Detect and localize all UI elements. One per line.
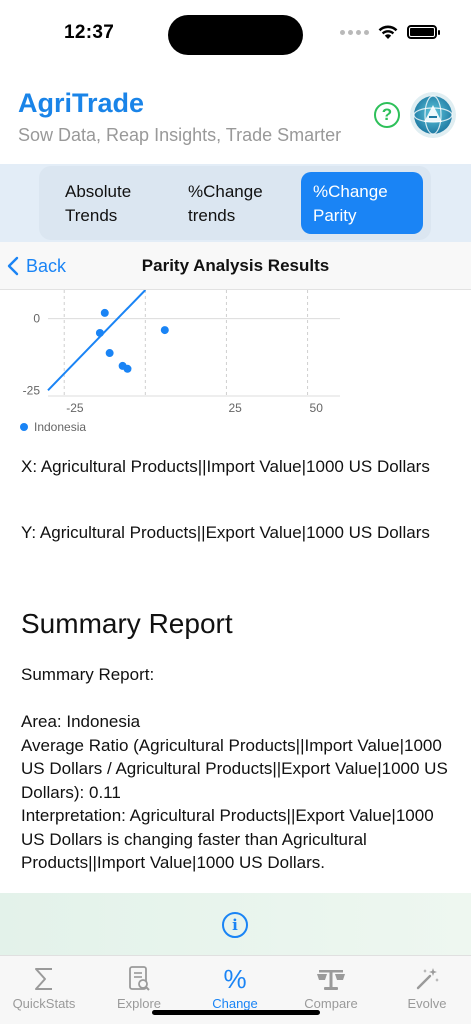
mode-segmented-control: Absolute Trends %Change trends %Change P…: [39, 166, 431, 240]
legend-label: Indonesia: [34, 420, 87, 434]
legend-marker: [20, 423, 28, 431]
navigation-bar: Back Parity Analysis Results: [0, 242, 471, 290]
y-tick-label: -25: [23, 383, 41, 397]
home-indicator: [152, 1010, 320, 1015]
data-point: [123, 364, 132, 373]
tab-label: Change: [212, 996, 258, 1011]
data-point: [100, 308, 109, 317]
summary-body: Summary Report: Area: Indonesia Average …: [21, 665, 448, 872]
summary-heading: Summary Report: [21, 608, 233, 639]
wifi-icon: [378, 25, 398, 39]
parity-scatter-chart: -25 25 50 0 -25 Indonesia: [0, 289, 471, 440]
tab-label: Evolve: [407, 996, 447, 1011]
page-title: Parity Analysis Results: [141, 256, 330, 275]
document-search-icon: [94, 964, 184, 994]
data-point: [160, 326, 169, 335]
tab-explore[interactable]: Explore: [94, 964, 184, 1011]
data-point: [105, 349, 114, 358]
agritrade-globe-logo[interactable]: [410, 92, 456, 138]
data-point: [95, 328, 104, 337]
battery-icon: [407, 25, 440, 39]
parity-reference-line: [47, 289, 147, 391]
status-icons: [340, 24, 440, 40]
info-circle-icon[interactable]: i: [222, 912, 248, 938]
chart-legend: Indonesia: [20, 420, 86, 434]
tab-label: Compare: [304, 996, 358, 1011]
magic-wand-icon: [382, 964, 471, 994]
segment-absolute-trends[interactable]: Absolute Trends: [53, 172, 173, 234]
status-time: 12:37: [64, 22, 115, 43]
tab-label: QuickStats: [12, 996, 76, 1011]
tab-label: Explore: [116, 996, 162, 1011]
percent-icon: %: [223, 963, 247, 994]
y-axis-description: Y: Agricultural Products||Export Value|1…: [21, 523, 430, 542]
app-title: AgriTrade: [18, 88, 145, 118]
tab-compare[interactable]: Compare: [286, 964, 376, 1011]
segment-percent-change-trends[interactable]: %Change trends: [176, 172, 296, 234]
tab-evolve[interactable]: Evolve: [382, 964, 471, 1011]
scatter-plot: -25 25 50 0 -25: [23, 289, 340, 415]
scale-icon: [286, 964, 376, 994]
x-tick-label: -25: [66, 401, 84, 415]
segment-area: Absolute Trends %Change trends %Change P…: [0, 164, 471, 242]
y-tick-label: 0: [33, 312, 40, 326]
tab-change[interactable]: % Change: [190, 963, 280, 1012]
app-header: AgriTrade Sow Data, Reap Insights, Trade…: [0, 64, 471, 164]
x-tick-label: 25: [228, 401, 242, 415]
info-band: i: [0, 893, 471, 955]
segment-percent-change-parity[interactable]: %Change Parity: [301, 172, 423, 234]
dynamic-island: [168, 15, 303, 55]
question-circle-icon[interactable]: ?: [374, 102, 400, 128]
sigma-icon: [0, 964, 89, 994]
x-axis-description: X: Agricultural Products||Import Value|1…: [21, 457, 430, 476]
status-bar: 12:37: [0, 0, 471, 64]
x-tick-label: 50: [310, 401, 324, 415]
cellular-signal-icon: [340, 29, 369, 35]
app-subtitle: Sow Data, Reap Insights, Trade Smarter: [18, 125, 342, 145]
tab-quickstats[interactable]: QuickStats: [0, 964, 89, 1011]
